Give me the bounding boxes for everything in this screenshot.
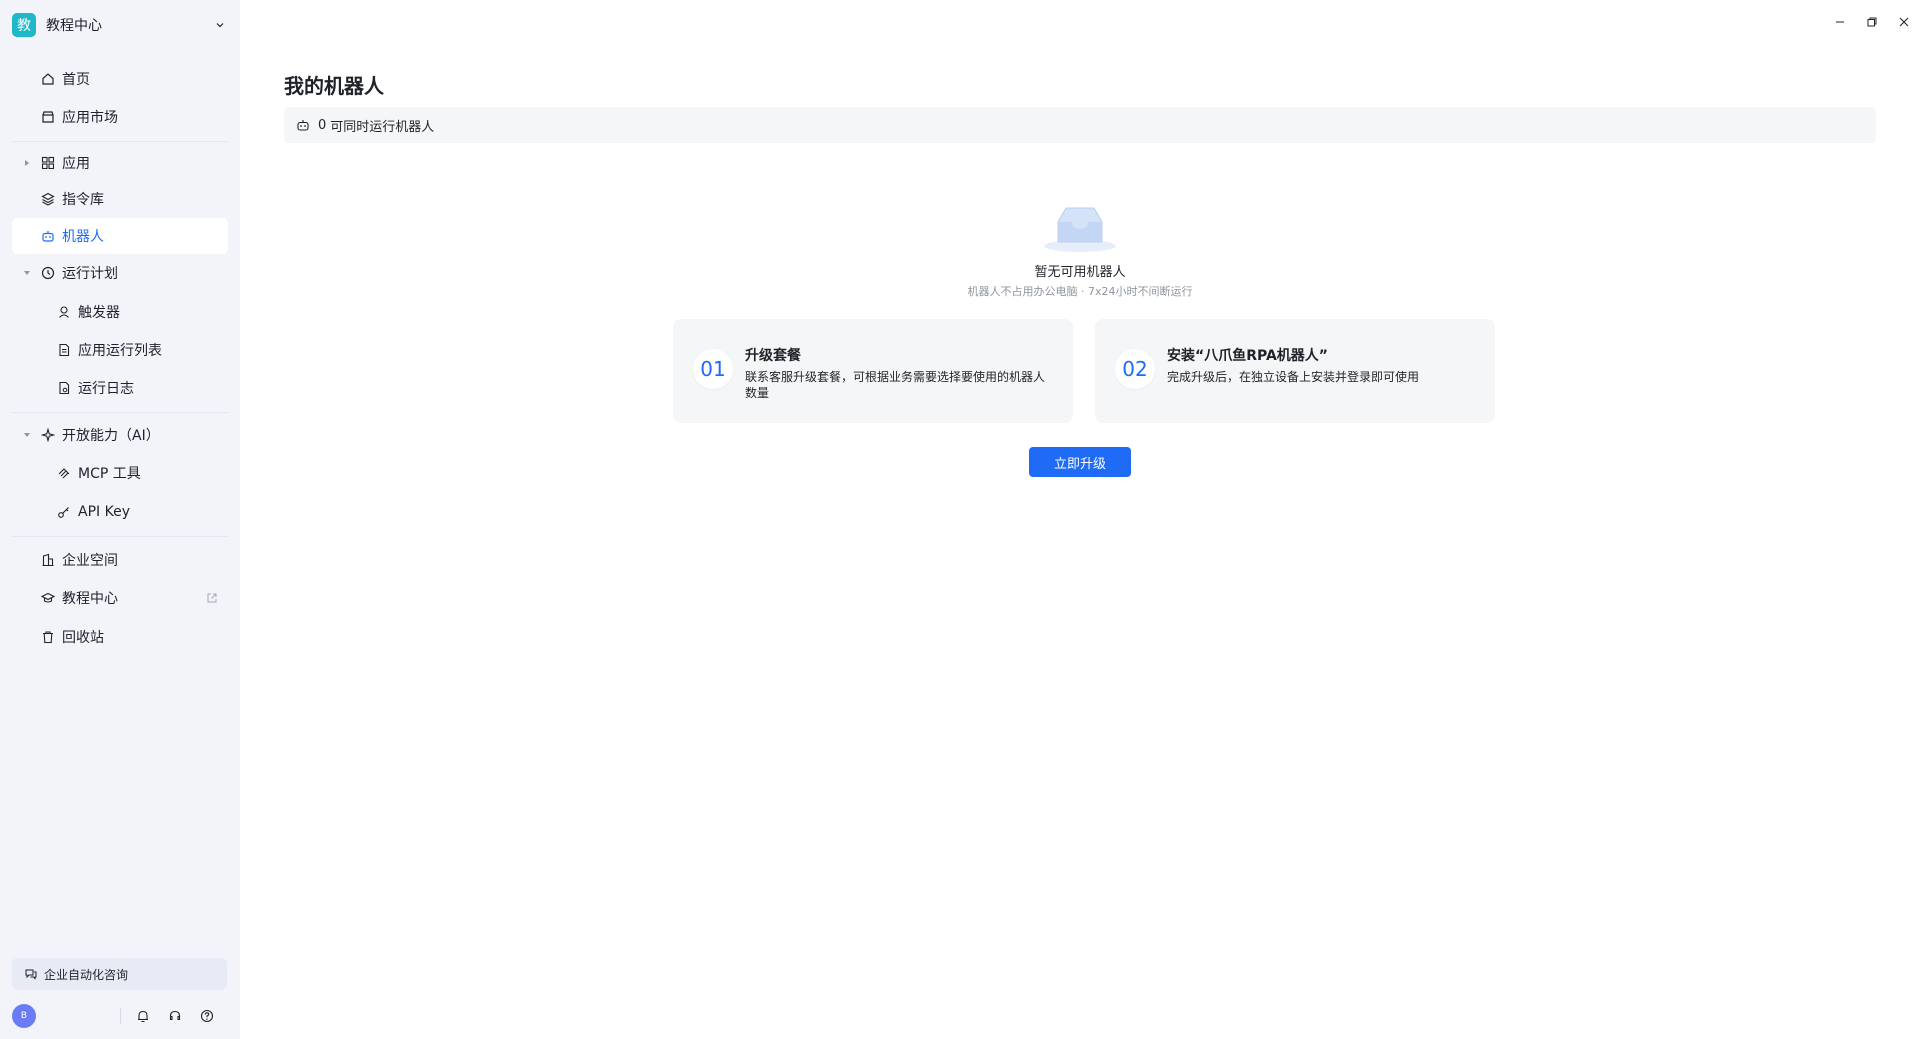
sidebar-item-label: 教程中心 [62, 591, 118, 607]
empty-state-title: 暂无可用机器人 [1034, 265, 1126, 280]
step-title: 升级套餐 [745, 348, 801, 364]
home-icon [40, 71, 56, 87]
robot-icon [40, 228, 56, 244]
bell-icon[interactable] [135, 1008, 151, 1024]
divider [12, 141, 228, 142]
sidebar-item-mcp-tools[interactable]: MCP 工具 [12, 455, 228, 491]
chat-icon [24, 966, 40, 982]
trash-icon [40, 629, 56, 645]
sidebar-item-label: 企业空间 [62, 553, 118, 569]
avatar[interactable]: B [12, 1004, 36, 1028]
sidebar-item-run-logs[interactable]: 运行日志 [12, 370, 228, 406]
workspace-logo: 教 [12, 13, 36, 37]
close-icon[interactable] [1896, 14, 1912, 30]
sidebar-item-tutorial[interactable]: 教程中心 [12, 580, 228, 616]
sidebar-item-enterprise[interactable]: 企业空间 [12, 542, 228, 578]
empty-inbox-illustration [1040, 200, 1120, 254]
empty-state-subtitle: 机器人不占用办公电脑 · 7x24小时不间断运行 [967, 285, 1193, 298]
restore-icon[interactable] [1864, 14, 1880, 30]
layers-icon [40, 191, 56, 207]
concurrent-count: 0 [318, 117, 327, 133]
upgrade-now-button[interactable]: 立即升级 [1029, 447, 1131, 477]
building-icon [40, 552, 56, 568]
sidebar-item-label: 回收站 [62, 630, 104, 646]
step-description: 联系客服升级套餐，可根据业务需要选择要使用的机器人数量 [745, 370, 1046, 400]
workspace-switcher[interactable]: 教 教程中心 [12, 12, 228, 38]
trigger-icon [56, 304, 72, 320]
clock-icon [40, 265, 56, 281]
sidebar-item-api-key[interactable]: API Key [12, 494, 228, 530]
consult-label: 企业自动化咨询 [44, 967, 129, 982]
list-doc-icon [56, 342, 72, 358]
sidebar-item-label: MCP 工具 [78, 466, 141, 482]
sidebar-item-market[interactable]: 应用市场 [12, 99, 228, 135]
help-icon[interactable] [199, 1008, 215, 1024]
sidebar-item-recycle[interactable]: 回收站 [12, 619, 228, 655]
divider [12, 536, 228, 537]
sidebar-item-label: 触发器 [78, 305, 120, 321]
store-icon [40, 109, 56, 125]
mcp-icon [56, 465, 72, 481]
sidebar-item-app-runs[interactable]: 应用运行列表 [12, 332, 228, 368]
external-link-icon [206, 592, 218, 604]
page-title: 我的机器人 [284, 74, 384, 98]
grid-icon [40, 155, 56, 171]
workspace-name: 教程中心 [46, 18, 102, 34]
sidebar-item-open-ai[interactable]: 开放能力（AI） [12, 417, 228, 453]
sidebar-item-commands[interactable]: 指令库 [12, 181, 228, 217]
sidebar-bottom-bar: B [12, 1004, 228, 1028]
step-title: 安装“八爪鱼RPA机器人” [1167, 348, 1328, 364]
concurrent-label: 可同时运行机器人 [330, 119, 435, 135]
sidebar-item-label: 应用 [62, 156, 90, 172]
sidebar-item-label: 开放能力（AI） [62, 428, 160, 444]
sidebar-item-apps[interactable]: 应用 [12, 145, 228, 181]
sidebar-item-label: 指令库 [62, 192, 104, 208]
sidebar: 教 教程中心 首页 应用市场 应用 指令库 机器人 运行计划 触发器 应用运行列… [0, 0, 240, 1039]
sidebar-item-home[interactable]: 首页 [12, 61, 228, 97]
step-card: 01 升级套餐 联系客服升级套餐，可根据业务需要选择要使用的机器人数量 [673, 319, 1073, 423]
chevron-down-icon [212, 17, 228, 33]
sidebar-item-label: 机器人 [62, 229, 104, 245]
minimize-icon[interactable] [1832, 14, 1848, 30]
sidebar-item-label: 运行日志 [78, 381, 134, 397]
concurrent-robots-bar: 0 可同时运行机器人 [284, 107, 1876, 143]
caret-down-icon[interactable] [22, 430, 32, 440]
robot-icon [296, 117, 312, 133]
headset-icon[interactable] [167, 1008, 183, 1024]
divider [120, 1008, 121, 1024]
sidebar-item-label: 应用市场 [62, 110, 118, 126]
sidebar-item-schedule[interactable]: 运行计划 [12, 255, 228, 291]
log-icon [56, 380, 72, 396]
graduation-cap-icon [40, 590, 56, 606]
sidebar-item-triggers[interactable]: 触发器 [12, 294, 228, 330]
step-card: 02 安装“八爪鱼RPA机器人” 完成升级后，在独立设备上安装并登录即可使用 [1095, 319, 1495, 423]
sidebar-item-label: 运行计划 [62, 266, 118, 282]
step-number: 02 [1115, 349, 1155, 389]
sidebar-item-robots[interactable]: 机器人 [12, 218, 228, 254]
divider [12, 412, 228, 413]
sidebar-item-label: API Key [78, 504, 130, 520]
sparkle-icon [40, 427, 56, 443]
caret-down-icon[interactable] [22, 268, 32, 278]
caret-right-icon[interactable] [22, 158, 32, 168]
consult-button[interactable]: 企业自动化咨询 [12, 958, 227, 990]
step-description: 完成升级后，在独立设备上安装并登录即可使用 [1167, 370, 1420, 384]
key-icon [56, 504, 72, 520]
sidebar-item-label: 应用运行列表 [78, 343, 162, 359]
sidebar-item-label: 首页 [62, 72, 90, 88]
step-number: 01 [693, 349, 733, 389]
